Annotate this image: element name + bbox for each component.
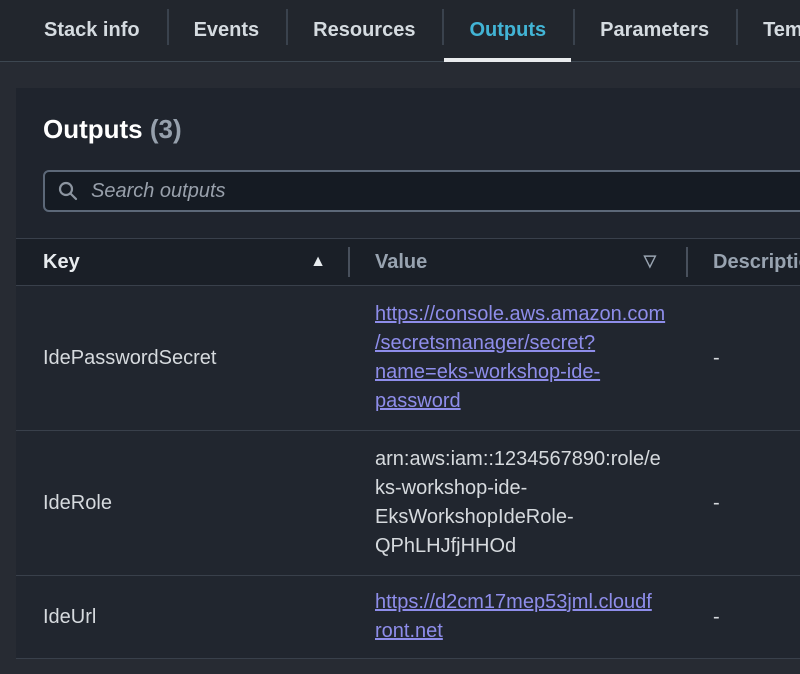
tab-template[interactable]: Template <box>736 0 800 61</box>
outputs-count-badge: (3) <box>150 114 182 144</box>
output-description: - <box>686 347 800 370</box>
panel-title: Outputs (3) <box>43 112 783 146</box>
output-value-link[interactable]: https://console.aws.amazon.com/secretsma… <box>375 303 665 412</box>
search-box <box>43 170 800 212</box>
output-value-cell: arn:aws:iam::1234567890:role/eks-worksho… <box>348 431 686 575</box>
search-input[interactable] <box>89 179 796 204</box>
table-body: IdePasswordSecret https://console.aws.ama… <box>16 286 800 659</box>
tab-label: Outputs <box>469 19 546 42</box>
output-value-cell: https://console.aws.amazon.com/secretsma… <box>348 286 686 430</box>
sort-ascending-icon: ▲ <box>310 254 326 270</box>
column-header-description[interactable]: Description <box>686 239 800 285</box>
output-key: IdeRole <box>16 492 348 515</box>
tab-label: Stack info <box>44 19 140 42</box>
output-description: - <box>686 606 800 629</box>
tab-label: Resources <box>313 19 415 42</box>
outputs-panel: Outputs (3) Key ▲ Value ▽ Description Id… <box>16 88 800 659</box>
output-key: IdePasswordSecret <box>16 347 348 370</box>
tab-stack-info[interactable]: Stack info <box>17 0 167 61</box>
table-row: IdePasswordSecret https://console.aws.ama… <box>16 286 800 431</box>
column-label-value: Value <box>375 251 427 274</box>
column-label-description: Description <box>713 251 800 274</box>
stack-detail-tab-bar: Stack info Events Resources Outputs Paramete… <box>0 0 800 62</box>
tab-outputs[interactable]: Outputs <box>442 0 573 61</box>
column-label-key: Key <box>43 251 80 274</box>
table-row: IdeUrl https://d2cm17mep53jml.cloudfront.… <box>16 576 800 659</box>
outputs-table: Key ▲ Value ▽ Description IdePasswordSec… <box>16 238 800 659</box>
tab-events[interactable]: Events <box>167 0 287 61</box>
tab-label: Events <box>194 19 260 42</box>
table-header-row: Key ▲ Value ▽ Description <box>16 238 800 286</box>
tab-label: Template <box>763 19 800 42</box>
sort-descending-icon: ▽ <box>644 254 656 270</box>
output-key: IdeUrl <box>16 606 348 629</box>
output-description: - <box>686 492 800 515</box>
panel-title-text: Outputs <box>43 114 143 144</box>
column-header-key[interactable]: Key ▲ <box>16 239 348 285</box>
tab-resources[interactable]: Resources <box>286 0 442 61</box>
tab-label: Parameters <box>600 19 709 42</box>
tab-parameters[interactable]: Parameters <box>573 0 736 61</box>
column-header-value[interactable]: Value ▽ <box>348 239 686 285</box>
search-icon <box>57 180 79 202</box>
output-value-link[interactable]: https://d2cm17mep53jml.cloudfront.net <box>375 591 652 642</box>
output-value-text: arn:aws:iam::1234567890:role/eks-worksho… <box>375 448 661 557</box>
table-row: IdeRole arn:aws:iam::1234567890:role/eks-… <box>16 431 800 576</box>
output-value-cell: https://d2cm17mep53jml.cloudfront.net <box>348 576 686 658</box>
